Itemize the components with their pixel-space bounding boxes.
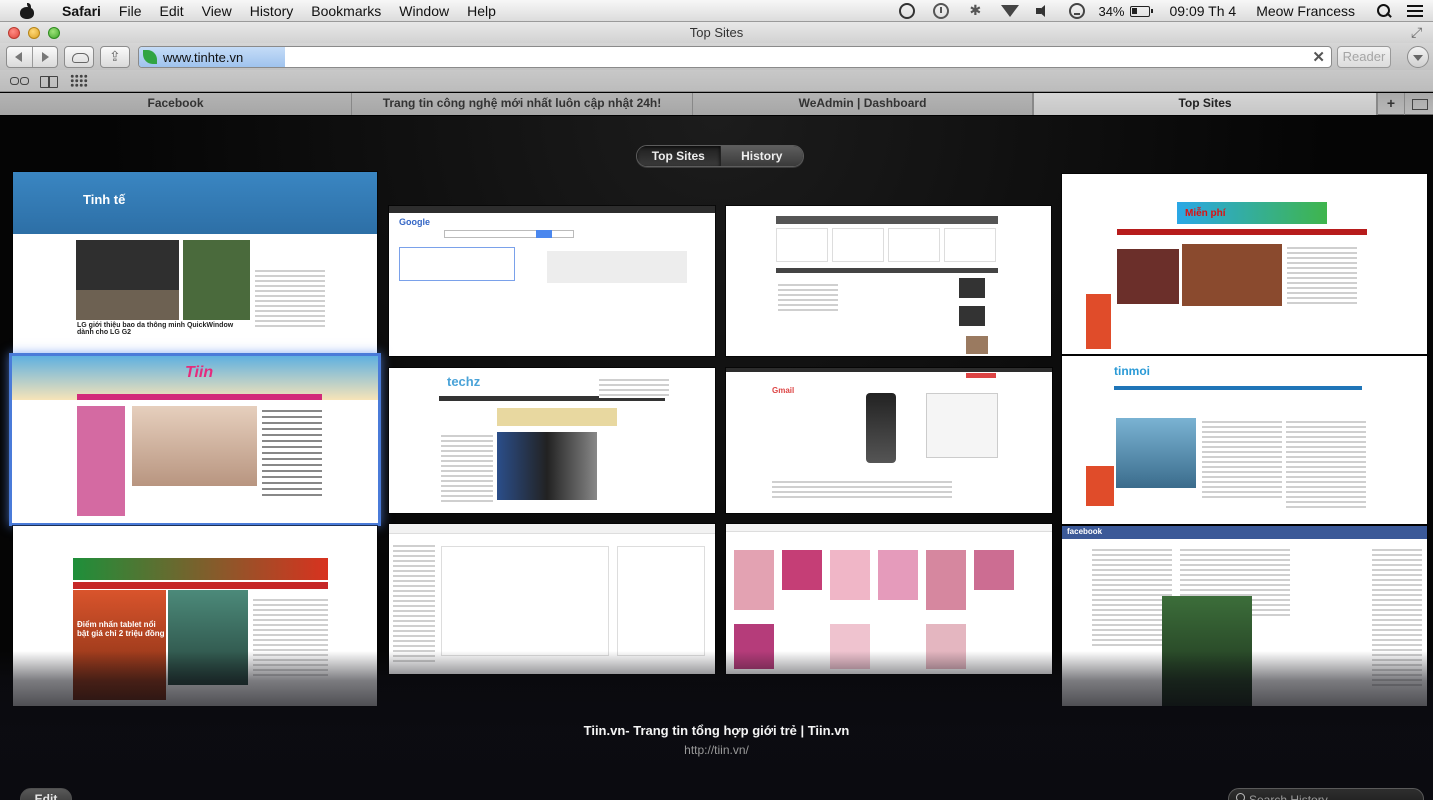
thumbnail-tinhte[interactable]: Tinh tế LG giới thiệu bao da thông minh … [13,172,377,353]
thumbnail-tiin-logo: Tiin [185,364,214,381]
menu-edit[interactable]: Edit [150,0,192,22]
menu-history[interactable]: History [241,0,303,22]
menu-window[interactable]: Window [390,0,458,22]
nav-buttons [6,46,58,68]
bookmarks-bar [0,70,1433,92]
menu-bookmarks[interactable]: Bookmarks [302,0,390,22]
menu-view[interactable]: View [193,0,241,22]
tab-tinhte[interactable]: Trang tin công nghệ mới nhất luôn cập nh… [352,93,693,115]
search-history-input[interactable] [1249,792,1419,800]
bluetooth-icon[interactable] [967,2,983,19]
thumbnail-tinmoi-logo: tinmoi [1114,364,1150,378]
tab-top-sites[interactable]: Top Sites [1033,93,1377,115]
fullscreen-icon[interactable] [1411,24,1425,41]
thumbnail-ngoisao-promo: Miễn phí [1185,208,1226,219]
thumbnail-techz[interactable]: techz [389,368,715,513]
reading-list-icon[interactable] [10,74,30,88]
address-bar[interactable]: www.tinhte.vn ✕ [138,46,1332,68]
notification-center-icon[interactable] [1407,5,1423,17]
window-title: Top Sites [689,25,744,40]
thumbnail-google[interactable]: Google [389,206,715,356]
top-sites-grid-icon[interactable] [70,74,88,88]
search-history-field[interactable] [1228,788,1424,800]
search-icon [1236,793,1247,800]
time-machine-icon[interactable] [933,3,950,19]
user-name[interactable]: Meow Francess [1256,3,1355,19]
wifi-icon[interactable] [1001,3,1020,19]
battery-percent[interactable]: 34% [1098,4,1124,19]
forward-button[interactable] [31,47,58,67]
bookmarks-icon[interactable] [40,74,58,88]
thumbnail-tiin[interactable]: Tiin [12,356,378,523]
menu-bar: Safari File Edit View History Bookmarks … [0,0,1433,22]
thumbnail-techz-logo: techz [447,374,481,389]
thumbnail-facebook-logo: facebook [1067,527,1103,536]
thumbnail-genk-headline: Điểm nhấn tablet nổi bật giá chỉ 2 triệu… [77,620,165,638]
tab-weadmin[interactable]: WeAdmin | Dashboard [693,93,1033,115]
status-area: 34% 09:09 Th 4 Meow Francess [890,0,1433,22]
record-status-icon[interactable] [899,3,916,19]
back-button[interactable] [7,47,32,67]
tab-overview-icon[interactable] [1404,93,1433,115]
battery-icon[interactable] [1129,5,1153,17]
menu-app-name[interactable]: Safari [53,0,110,22]
thumbnail-tinhte-headline: LG giới thiệu bao da thông minh QuickWin… [77,322,234,336]
stop-loading-icon[interactable]: ✕ [1312,48,1325,66]
new-tab-button[interactable]: + [1377,93,1404,115]
spotlight-icon[interactable] [1377,4,1391,18]
volume-icon[interactable] [1035,3,1051,19]
downloads-button[interactable] [1407,46,1429,68]
history-segment[interactable]: History [719,146,803,166]
thumbnail-google-logo: Google [399,217,430,227]
selected-site-title: Tiin.vn- Trang tin tổng hợp giới trẻ | T… [583,723,850,738]
top-sites-view: Top Sites History Tinh tế LG giới thiệu … [0,116,1433,800]
cat-status-icon[interactable] [1069,3,1086,19]
thumbnail-gmail[interactable]: Gmail [726,368,1052,513]
apple-menu-icon[interactable] [17,2,39,19]
thumbnail-ngoisao[interactable]: Miễn phí [1062,174,1427,354]
tab-bar: Facebook Trang tin công nghệ mới nhất lu… [0,93,1433,115]
window-title-bar: Top Sites [0,22,1433,43]
browser-toolbar: www.tinhte.vn ✕ Reader [0,43,1433,70]
menu-file[interactable]: File [110,0,151,22]
top-sites-segment[interactable]: Top Sites [637,146,720,166]
share-button[interactable] [100,46,130,68]
edit-button[interactable]: Edit [20,788,72,800]
reader-button[interactable]: Reader [1337,46,1391,68]
selected-site-url: http://tiin.vn/ [684,743,749,757]
address-text[interactable]: www.tinhte.vn [163,50,243,65]
icloud-tabs-button[interactable] [64,46,94,68]
thumbnail-tinmoi[interactable]: tinmoi [1062,356,1427,524]
tab-facebook[interactable]: Facebook [0,93,352,115]
menu-clock[interactable]: 09:09 Th 4 [1170,3,1237,19]
thumbnail-blank-site[interactable] [726,206,1051,356]
thumbnail-tinhte-logo: Tinh tế [83,192,126,207]
top-sites-segmented-control: Top Sites History [636,145,804,167]
thumbnail-gmail-logo: Gmail [772,386,795,395]
menu-help[interactable]: Help [458,0,505,22]
